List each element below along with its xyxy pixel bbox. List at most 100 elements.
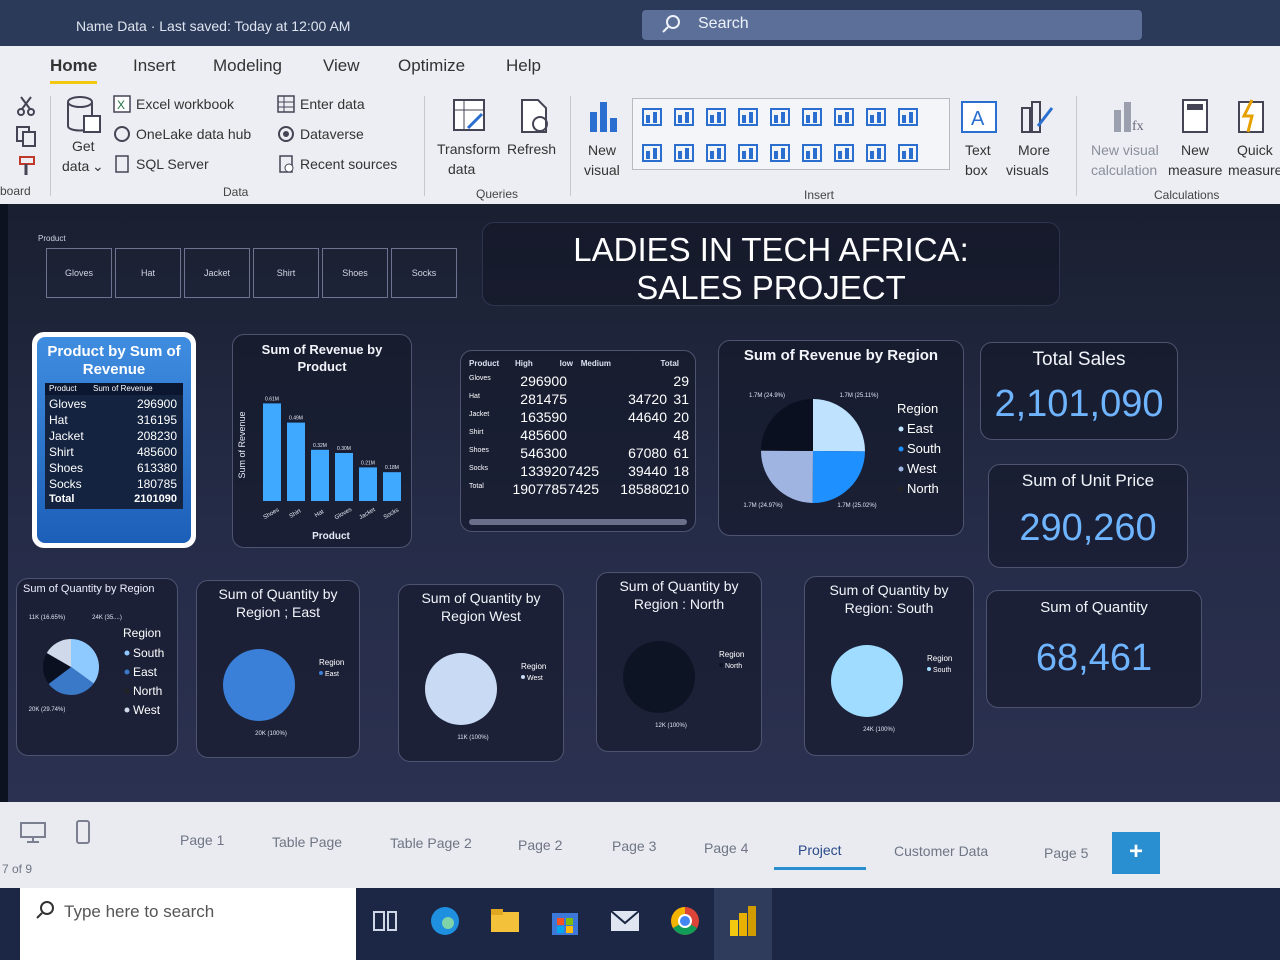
matrix-card[interactable]: Product High low Medium Total Gloves 296900 29 H… — [460, 350, 696, 532]
get-data-icon[interactable] — [66, 96, 102, 136]
quantity-south-card[interactable]: Sum of Quantity by Region: South 24K (100… — [804, 576, 974, 756]
new-visual-label-2[interactable]: visual — [584, 162, 620, 178]
slicer-item[interactable]: Gloves — [46, 248, 112, 298]
pie-slice[interactable] — [223, 649, 295, 721]
more-visuals-icon[interactable] — [1018, 98, 1054, 134]
bar[interactable] — [287, 422, 305, 501]
cut-icon[interactable] — [14, 94, 38, 118]
copy-icon[interactable] — [14, 124, 38, 148]
desktop-view-icon[interactable] — [20, 822, 46, 844]
slicer-item[interactable]: Shoes — [322, 248, 388, 298]
donut-chart-icon[interactable] — [673, 141, 695, 163]
quantity-east-card[interactable]: Sum of Quantity by Region ; East 20K (100… — [196, 580, 360, 758]
legend-item[interactable]: North — [133, 684, 162, 698]
pie-chart-icon[interactable] — [641, 141, 663, 163]
product-table-card[interactable]: Product by Sum of Revenue Product Sum of … — [32, 332, 196, 548]
get-data-label-2[interactable]: data — [62, 158, 89, 174]
new-visual-label-1[interactable]: New — [588, 142, 616, 158]
line-chart-icon[interactable] — [833, 105, 855, 127]
new-measure-label-1[interactable]: New — [1181, 142, 1209, 158]
power-bi-taskbar-item[interactable] — [714, 888, 772, 960]
bar[interactable] — [359, 467, 377, 501]
slicer-item[interactable]: Hat — [115, 248, 181, 298]
waterfall-icon[interactable] — [897, 105, 919, 127]
region-revenue-slice[interactable] — [761, 450, 813, 503]
tab-home[interactable]: Home — [50, 56, 98, 84]
dataverse-button[interactable]: Dataverse — [300, 126, 364, 142]
quantity-west-card[interactable]: Sum of Quantity by Region West 11K (100%)… — [398, 584, 564, 762]
page-tab[interactable]: Page 3 — [612, 838, 656, 854]
tab-insert[interactable]: Insert — [133, 56, 176, 76]
page-tab[interactable]: Table Page — [272, 834, 342, 850]
calculator-icon[interactable] — [1180, 98, 1210, 134]
region-revenue-slice[interactable] — [761, 399, 813, 451]
revenue-by-region-card[interactable]: Sum of Revenue by Region 1.7M (24.9%) 1.7… — [718, 340, 964, 536]
bar[interactable] — [263, 403, 281, 501]
enter-data-button[interactable]: Enter data — [300, 96, 365, 112]
more-visuals-label-2[interactable]: visuals — [1006, 162, 1049, 178]
matrix-scrollbar[interactable] — [469, 519, 687, 525]
format-painter-icon[interactable] — [14, 154, 38, 178]
mobile-view-icon[interactable] — [76, 820, 90, 844]
sql-server-button[interactable]: SQL Server — [136, 156, 209, 172]
text-box-label-2[interactable]: box — [965, 162, 988, 178]
new-visual-icon[interactable] — [586, 98, 622, 134]
bar[interactable] — [335, 453, 353, 501]
chevron-down-icon[interactable]: ⌄ — [92, 158, 104, 175]
new-visual-calc-label-1[interactable]: New visual — [1091, 142, 1159, 158]
table-icon[interactable] — [865, 141, 887, 163]
new-visual-calc-label-2[interactable]: calculation — [1091, 162, 1157, 178]
slicer-item[interactable]: Jacket — [184, 248, 250, 298]
transform-label-1[interactable]: Transform — [437, 141, 500, 157]
new-visual-calculation-icon[interactable]: fx — [1110, 98, 1146, 134]
taskbar-search[interactable]: Type here to search — [20, 888, 356, 960]
legend-item[interactable]: West — [133, 703, 161, 717]
pie-slice[interactable] — [425, 653, 497, 725]
tab-optimize[interactable]: Optimize — [398, 56, 465, 76]
clustered-column-icon[interactable] — [673, 105, 695, 127]
treemap-icon[interactable] — [705, 141, 727, 163]
onelake-data-hub-button[interactable]: OneLake data hub — [136, 126, 251, 142]
legend-item[interactable]: South — [907, 441, 941, 456]
refresh-icon[interactable] — [516, 98, 552, 134]
stacked-bar-icon[interactable] — [641, 105, 663, 127]
map-icon[interactable] — [737, 141, 759, 163]
text-box-icon[interactable]: A — [960, 100, 998, 134]
page-tab[interactable]: Page 4 — [704, 840, 748, 856]
add-page-button[interactable]: + — [1112, 832, 1160, 874]
multi-row-card-icon[interactable] — [833, 141, 855, 163]
edge-icon[interactable] — [428, 904, 462, 938]
legend-item[interactable]: East — [133, 665, 158, 679]
recent-sources-button[interactable]: Recent sources — [300, 156, 397, 172]
tab-help[interactable]: Help — [506, 56, 541, 76]
slicer-item[interactable]: Shirt — [253, 248, 319, 298]
visuals-gallery[interactable] — [632, 98, 950, 170]
pie-slice[interactable] — [623, 641, 695, 713]
ribbon-chart-icon[interactable] — [801, 105, 823, 127]
legend-item[interactable]: South — [133, 646, 164, 660]
tab-modeling[interactable]: Modeling — [213, 56, 282, 76]
new-measure-label-2[interactable]: measure — [1168, 162, 1222, 178]
store-icon[interactable] — [548, 904, 582, 938]
pie-slice[interactable] — [831, 645, 903, 717]
quick-measure-icon[interactable] — [1236, 98, 1268, 134]
card-icon[interactable] — [801, 141, 823, 163]
column-chart-icon[interactable] — [737, 105, 759, 127]
quantity-north-card[interactable]: Sum of Quantity by Region : North 12K (10… — [596, 572, 762, 752]
page-tab[interactable]: Customer Data — [894, 843, 988, 859]
page-tab[interactable]: Page 2 — [518, 837, 562, 853]
get-data-label-1[interactable]: Get — [72, 138, 95, 154]
legend-item[interactable]: North — [907, 481, 939, 496]
region-revenue-slice[interactable] — [813, 399, 865, 452]
region-revenue-slice[interactable] — [812, 451, 865, 503]
mail-icon[interactable] — [608, 904, 642, 938]
task-view-icon[interactable] — [368, 904, 402, 938]
area-chart-icon[interactable] — [865, 105, 887, 127]
page-tab[interactable]: Table Page 2 — [390, 835, 472, 851]
bar[interactable] — [311, 449, 329, 501]
legend-item[interactable]: East — [907, 421, 933, 436]
excel-workbook-button[interactable]: Excel workbook — [136, 96, 234, 112]
gauge-icon[interactable] — [769, 141, 791, 163]
slicer-item[interactable]: Socks — [391, 248, 457, 298]
quantity-by-region-card[interactable]: Sum of Quantity by Region 11K (16.65%) 24… — [16, 578, 178, 756]
